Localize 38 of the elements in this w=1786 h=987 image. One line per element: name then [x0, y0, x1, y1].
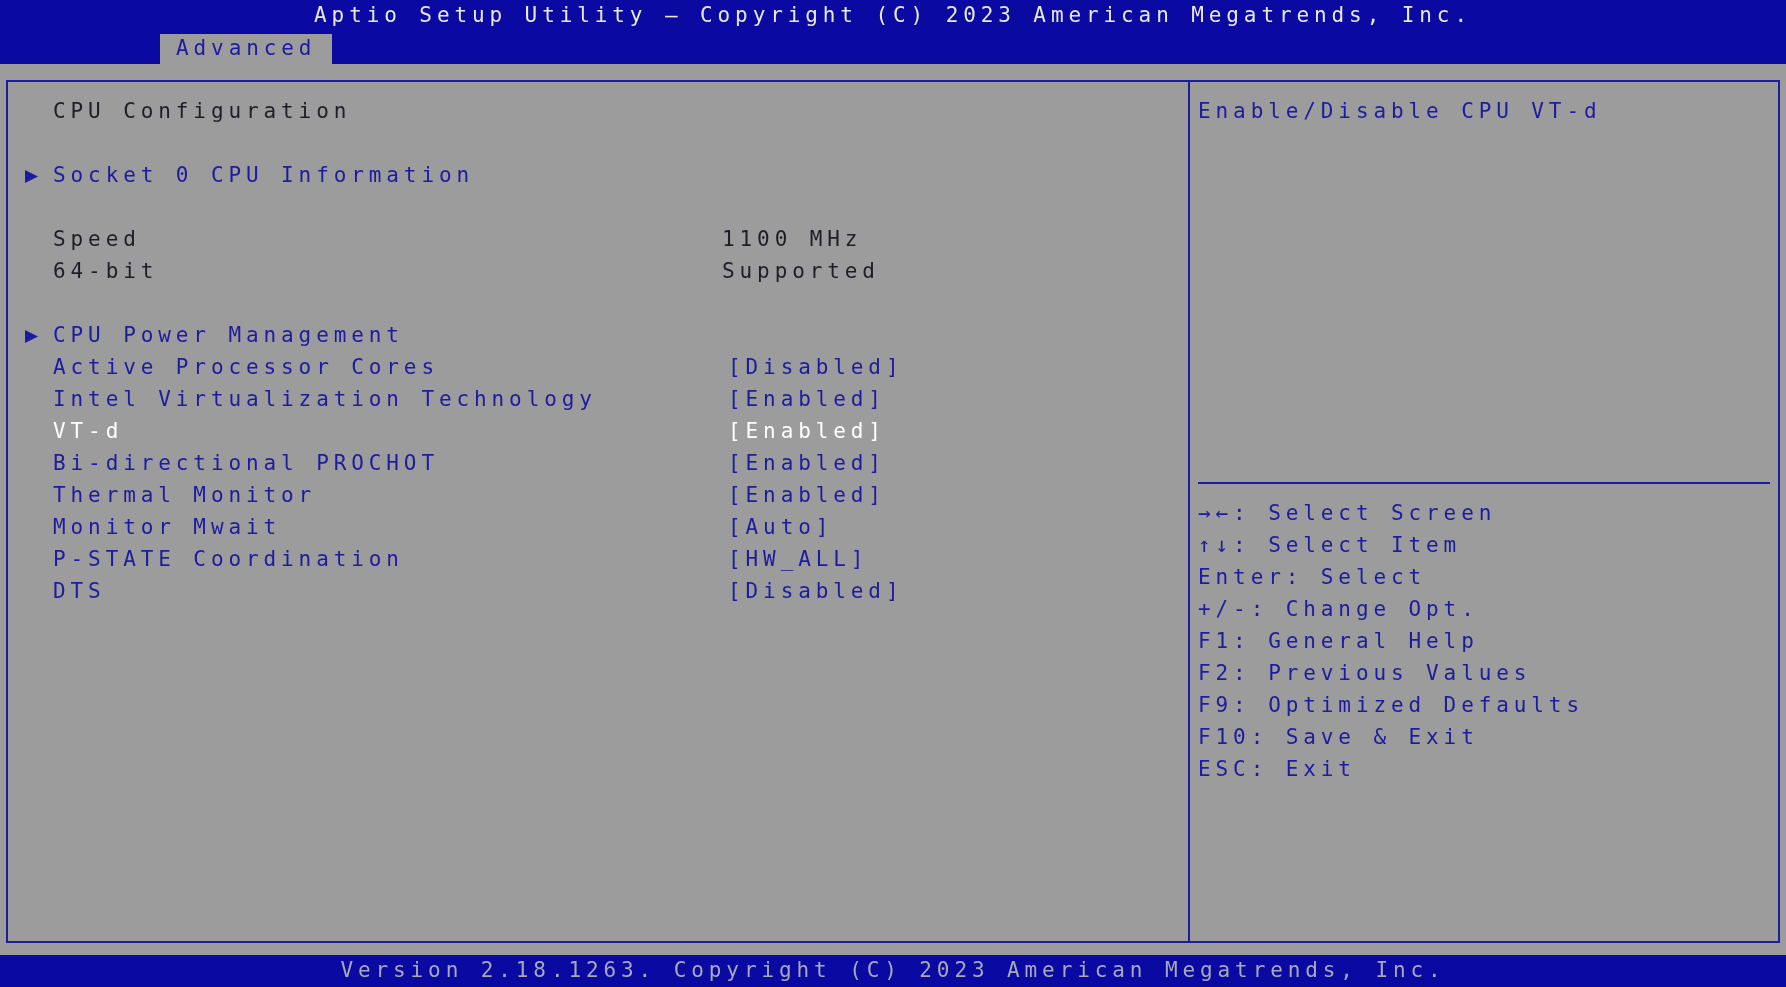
version-text: Version 2.18.1263. Copyright (C) 2023 American Megatrends, Inc.	[340, 957, 1446, 985]
setting-label[interactable]: Active Processor Cores	[53, 352, 722, 384]
info-value: Supported	[722, 258, 880, 286]
setting-label[interactable]: Monitor Mwait	[53, 512, 722, 544]
key-help-line: +/-: Change Opt.	[1198, 596, 1479, 624]
setting-value[interactable]: [Enabled]	[728, 480, 886, 512]
submenu-arrow-icon	[24, 168, 39, 184]
setting-label[interactable]: DTS	[53, 576, 722, 608]
help-text: Enable/Disable CPU VT-d	[1198, 98, 1602, 126]
setting-value[interactable]: [Enabled]	[728, 416, 886, 448]
setting-value[interactable]: [Disabled]	[728, 576, 904, 608]
setting-label[interactable]: P-STATE Coordination	[53, 544, 722, 576]
setting-value[interactable]: [Auto]	[728, 512, 834, 544]
setting-label[interactable]: VT-d	[53, 416, 722, 448]
submenu-item[interactable]: Socket 0 CPU Information	[53, 160, 475, 192]
key-help-line: ↑↓: Select Item	[1198, 532, 1462, 560]
submenu-item[interactable]: CPU Power Management	[53, 320, 404, 352]
key-help-line: →←: Select Screen	[1198, 500, 1497, 528]
setting-value[interactable]: [HW_ALL]	[728, 544, 869, 576]
key-help-line: ESC: Exit	[1198, 756, 1356, 784]
setting-value[interactable]: [Enabled]	[728, 448, 886, 480]
setting-label[interactable]: Bi-directional PROCHOT	[53, 448, 722, 480]
tab[interactable]: Advanced	[160, 34, 333, 64]
key-help-line: F1: General Help	[1198, 628, 1479, 656]
setting-value[interactable]: [Enabled]	[728, 384, 886, 416]
window-title: Aptio Setup Utility – Copyright (C) 2023 American Megatrends, Inc.	[314, 2, 1472, 30]
key-help-line: F2: Previous Values	[1198, 660, 1532, 688]
submenu-arrow-icon	[24, 328, 39, 344]
setting-label[interactable]: Intel Virtualization Technology	[53, 384, 722, 416]
info-value: 1100 MHz	[722, 226, 863, 254]
key-help-line: Enter: Select	[1198, 564, 1427, 592]
key-help-line: F10: Save & Exit	[1198, 724, 1479, 752]
section-heading: CPU Configuration	[53, 98, 352, 126]
key-help-line: F9: Optimized Defaults	[1198, 692, 1584, 720]
setting-value[interactable]: [Disabled]	[728, 352, 904, 384]
info-label: Speed	[52, 226, 142, 254]
setting-label[interactable]: Thermal Monitor	[53, 480, 722, 512]
info-label: 64-bit	[52, 258, 160, 286]
